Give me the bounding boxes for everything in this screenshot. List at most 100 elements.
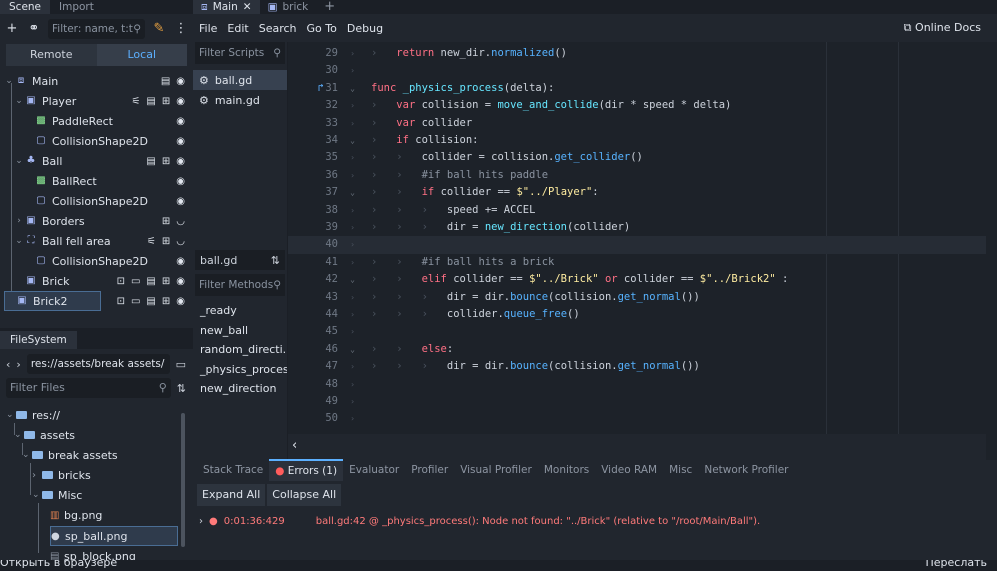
close-icon[interactable]: ✕ <box>243 0 252 14</box>
tree-node-main[interactable]: ⌄ ⧈ Main ▤ ◉ <box>4 71 189 91</box>
forward-link[interactable]: Переслать <box>926 560 988 569</box>
code-line[interactable] <box>371 410 981 427</box>
method-item[interactable]: new_ball <box>193 321 287 341</box>
tab-misc[interactable]: Misc <box>663 460 698 480</box>
fold-arrow-icon[interactable]: ⌄ <box>350 271 355 288</box>
code-scrollbar[interactable] <box>986 42 997 460</box>
tab-brick[interactable]: ▣ brick <box>260 0 317 14</box>
code-line[interactable] <box>371 323 981 340</box>
tab-errors[interactable]: ● Errors (1) <box>269 459 344 481</box>
menu-goto[interactable]: Go To <box>307 22 337 35</box>
code-line[interactable]: › › › dir = dir.bounce(collision.get_nor… <box>371 358 981 375</box>
visibility-eye-icon[interactable]: ◉ <box>176 256 185 267</box>
tree-node-collisionshape-player[interactable]: ▢ CollisionShape2D ◉ <box>4 131 189 151</box>
fs-file-bg[interactable]: ▥ bg.png <box>50 505 102 525</box>
menu-search[interactable]: Search <box>259 22 297 35</box>
link-icon[interactable]: ⚭ <box>26 21 42 37</box>
chevron-down-icon[interactable]: ⌄ <box>14 96 24 106</box>
sort-icon[interactable]: ⇅ <box>271 254 280 267</box>
tab-import[interactable]: Import <box>50 0 103 14</box>
visibility-eye-icon[interactable]: ◉ <box>176 276 185 287</box>
tab-main[interactable]: ⧈ Main ✕ <box>193 0 260 14</box>
chevron-right-icon[interactable]: › <box>199 516 203 527</box>
group-icon[interactable]: ⊞ <box>162 96 170 107</box>
split-view-icon[interactable]: ▭ <box>176 358 186 371</box>
fold-arrow-icon[interactable]: ⌄ <box>350 341 355 358</box>
group-icon[interactable]: ⊞ <box>162 216 170 227</box>
code-line[interactable]: › › #if ball hits paddle <box>371 167 981 184</box>
clapper-icon[interactable]: ▭ <box>131 296 140 307</box>
code-line[interactable]: › › › speed += ACCEL <box>371 202 981 219</box>
visibility-eye-icon[interactable]: ◉ <box>176 296 185 307</box>
tab-monitors[interactable]: Monitors <box>538 460 595 480</box>
menu-file[interactable]: File <box>199 22 217 35</box>
fold-arrow-icon[interactable]: ⌄ <box>350 132 355 149</box>
script-icon[interactable]: ▤ <box>146 156 155 167</box>
code-line[interactable]: › if collision: <box>371 132 981 149</box>
tree-node-ball-fell-area[interactable]: ⌄ ⛶ Ball fell area ⚟ ⊞ ◡ <box>4 231 189 251</box>
filter-scripts-input[interactable]: Filter Scripts ⚲ <box>195 42 285 64</box>
chevron-down-icon[interactable]: ⌄ <box>22 450 32 460</box>
filter-files-input[interactable]: Filter Files ⚲ <box>6 378 171 398</box>
tab-network-profiler[interactable]: Network Profiler <box>698 460 794 480</box>
chevron-down-icon[interactable]: ⌄ <box>14 236 24 246</box>
filesystem-scrollbar[interactable] <box>181 413 185 547</box>
tab-filesystem[interactable]: FileSystem <box>0 331 77 349</box>
fs-folder-assets[interactable]: ⌄ assets <box>14 425 75 445</box>
menu-edit[interactable]: Edit <box>227 22 248 35</box>
visibility-eye-icon[interactable]: ◉ <box>176 176 185 187</box>
tree-node-borders[interactable]: › ▣ Borders ⊞ ◡ <box>4 211 189 231</box>
signal-icon[interactable]: ⚟ <box>147 236 156 247</box>
chevron-right-icon[interactable]: › <box>14 216 24 226</box>
script-icon[interactable]: ▤ <box>161 76 170 87</box>
instance-icon[interactable]: ⊡ <box>117 276 125 287</box>
code-line[interactable]: › › › collider.queue_free() <box>371 306 981 323</box>
tab-video-ram[interactable]: Video RAM <box>595 460 663 480</box>
tab-scene[interactable]: Scene <box>0 0 51 14</box>
expand-all-button[interactable]: Expand All <box>197 484 266 506</box>
visibility-eye-icon[interactable]: ◉ <box>176 156 185 167</box>
fs-folder-bricks[interactable]: › bricks <box>32 465 91 485</box>
collapse-all-button[interactable]: Collapse All <box>267 484 342 506</box>
code-line[interactable]: › › else: <box>371 341 981 358</box>
tree-node-collisionshape-ball[interactable]: ▢ CollisionShape2D ◉ <box>4 191 189 211</box>
visibility-eye-icon[interactable]: ◉ <box>176 76 185 87</box>
script-icon[interactable]: ▤ <box>146 96 155 107</box>
code-line[interactable] <box>371 376 981 393</box>
code-line[interactable]: › var collision = move_and_collide(dir *… <box>371 97 981 114</box>
error-entry[interactable]: › ● 0:01:36:429 ball.gd:42 @ _physics_pr… <box>199 516 760 527</box>
code-line[interactable]: › › › dir = new_direction(collider) <box>371 219 981 236</box>
script-icon[interactable]: ▤ <box>146 296 155 307</box>
chevron-right-icon[interactable]: › <box>32 470 42 481</box>
forward-icon[interactable]: › <box>16 358 20 371</box>
chevron-down-icon[interactable]: ⌄ <box>32 490 42 500</box>
tab-profiler[interactable]: Profiler <box>405 460 454 480</box>
current-script-field[interactable]: ball.gd ⇅ <box>195 250 285 270</box>
signal-icon[interactable]: ⚟ <box>131 96 140 107</box>
method-item[interactable]: new_direction <box>193 379 287 399</box>
fold-arrow-icon[interactable]: ⌄ <box>350 80 355 97</box>
code-line[interactable]: › var collider <box>371 115 981 132</box>
group-icon[interactable]: ⊞ <box>162 156 170 167</box>
tree-node-paddlerect[interactable]: ▩ PaddleRect ◉ <box>4 111 189 131</box>
back-icon[interactable]: ‹ <box>6 358 10 371</box>
tree-node-collisionshape-area[interactable]: ▢ CollisionShape2D ◉ <box>4 251 189 271</box>
code-line[interactable]: › › #if ball hits a brick <box>371 254 981 271</box>
tab-visual-profiler[interactable]: Visual Profiler <box>454 460 538 480</box>
fs-file-sp-ball[interactable]: ● sp_ball.png <box>50 526 178 546</box>
code-line[interactable]: › › collider = collision.get_collider() <box>371 149 981 166</box>
visibility-eye-icon[interactable]: ◉ <box>176 116 185 127</box>
clapper-icon[interactable]: ▭ <box>131 276 140 287</box>
tree-node-brick[interactable]: ▣ Brick ⊡ ▭ ▤ ⊞ ◉ <box>4 271 189 291</box>
code-line[interactable] <box>288 236 986 254</box>
chevron-down-icon[interactable]: ⌄ <box>6 410 16 420</box>
group-icon[interactable]: ⊞ <box>162 276 170 287</box>
method-item[interactable]: _ready <box>193 301 287 321</box>
add-node-icon[interactable]: + <box>4 21 20 37</box>
code-line[interactable] <box>371 393 981 410</box>
code-editor[interactable]: › return new_dir.normalized() 29 › 30 › func … <box>288 42 986 434</box>
fs-folder-misc[interactable]: ⌄ Misc <box>32 485 82 505</box>
chevron-down-icon[interactable]: ⌄ <box>4 76 14 86</box>
tree-node-ballrect[interactable]: ▩ BallRect ◉ <box>4 171 189 191</box>
method-item[interactable]: _physics_process <box>193 360 287 380</box>
